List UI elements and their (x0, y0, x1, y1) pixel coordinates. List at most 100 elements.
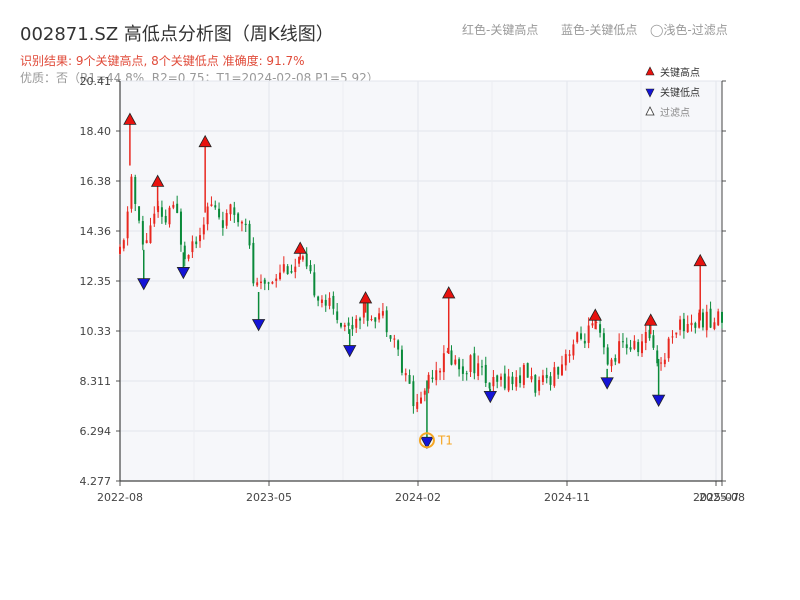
candle-body (587, 325, 590, 343)
candle-body (690, 322, 693, 326)
x-tick-label: 2024-11 (544, 491, 590, 504)
candle-body (633, 340, 636, 349)
candle-body (522, 364, 525, 385)
candle-body (614, 358, 617, 362)
candle-body (397, 340, 400, 350)
legend-label: 关键低点 (660, 86, 700, 99)
candle-body (172, 204, 175, 208)
y-tick-label: 6.294 (80, 425, 112, 438)
y-tick-label: 12.35 (80, 275, 112, 288)
candle-body (351, 324, 354, 330)
candle-body (130, 176, 133, 209)
x-tick-label: 2022-08 (97, 491, 143, 504)
candle-body (717, 311, 720, 326)
candle-body (610, 359, 613, 367)
candle-body (301, 256, 304, 260)
candle-body (606, 347, 609, 365)
candle-body (210, 204, 213, 206)
candle-body (682, 318, 685, 332)
candle-body (385, 310, 388, 333)
candle-body (625, 344, 628, 349)
candle-body (469, 355, 472, 372)
candle-body (572, 344, 575, 356)
candle-body (629, 347, 632, 350)
candle-body (206, 206, 209, 225)
candle-body (530, 376, 533, 380)
candle-body (503, 373, 506, 389)
candle-body (431, 377, 434, 379)
candle-body (492, 376, 495, 387)
candle-body (381, 311, 384, 316)
legend-high-icon (645, 66, 655, 76)
candle-body (320, 299, 323, 303)
candle-body (534, 374, 537, 393)
candle-body (412, 381, 415, 407)
candle-body (294, 266, 297, 273)
candle-body (355, 318, 358, 328)
candle-body (416, 402, 419, 409)
candle-body (305, 253, 308, 267)
candle-body (149, 225, 152, 243)
candle-body (389, 335, 392, 339)
kline-chart: 4.277 6.294 8.311 10.33 12.35 14.36 16.38 18.40… (80, 66, 745, 504)
candle-body (202, 224, 205, 235)
candle-body (541, 375, 544, 382)
candle-body (461, 366, 464, 374)
candle-body (237, 213, 240, 223)
candle-body (366, 303, 369, 321)
candle-body (701, 312, 704, 328)
candle-body (599, 324, 602, 333)
candle-body (214, 205, 217, 208)
candle-body (164, 215, 167, 223)
candle-body (313, 272, 316, 296)
candle-body (465, 373, 468, 375)
y-tick-label: 4.277 (80, 475, 112, 488)
candle-body (256, 282, 259, 286)
candle-body (370, 318, 373, 320)
candle-body (408, 374, 411, 384)
candle-body (339, 323, 342, 327)
candle-body (694, 323, 697, 328)
legend-label: 关键高点 (660, 66, 700, 79)
candle-body (404, 373, 407, 376)
candle-body (580, 333, 583, 339)
candle-body (229, 204, 232, 215)
candle-body (359, 318, 362, 321)
candle-body (141, 221, 144, 245)
candle-body (560, 364, 563, 376)
candle-body (221, 220, 224, 228)
candle-body (640, 341, 643, 354)
candle-body (602, 333, 605, 348)
candle-body (511, 376, 514, 385)
candle-body (332, 295, 335, 309)
candle-body (667, 338, 670, 359)
candle-body (187, 254, 190, 259)
candle-body (671, 336, 674, 338)
candle-body (248, 223, 251, 246)
candle-body (705, 311, 708, 331)
legend-label: 过滤点 (660, 106, 690, 119)
candle-body (679, 319, 682, 330)
candle-body (225, 213, 228, 226)
y-tick-label: 14.36 (80, 225, 112, 238)
y-tick-label: 18.40 (80, 125, 112, 138)
candle-body (450, 350, 453, 365)
candle-body (557, 367, 560, 375)
candle-body (176, 203, 179, 213)
candle-body (271, 282, 274, 284)
candle-body (393, 338, 396, 340)
candle-body (496, 375, 499, 382)
candle-body (374, 317, 377, 322)
candle-body (263, 279, 266, 284)
candle-body (279, 272, 282, 280)
candle-body (122, 240, 125, 249)
candle-body (686, 323, 689, 333)
candle-body (153, 213, 156, 224)
candle-body (435, 370, 438, 381)
candle-body (290, 271, 293, 273)
candle-body (286, 266, 289, 275)
candle-body (343, 325, 346, 327)
candle-body (442, 353, 445, 373)
candle-body (240, 221, 243, 224)
candle-body (218, 208, 221, 218)
